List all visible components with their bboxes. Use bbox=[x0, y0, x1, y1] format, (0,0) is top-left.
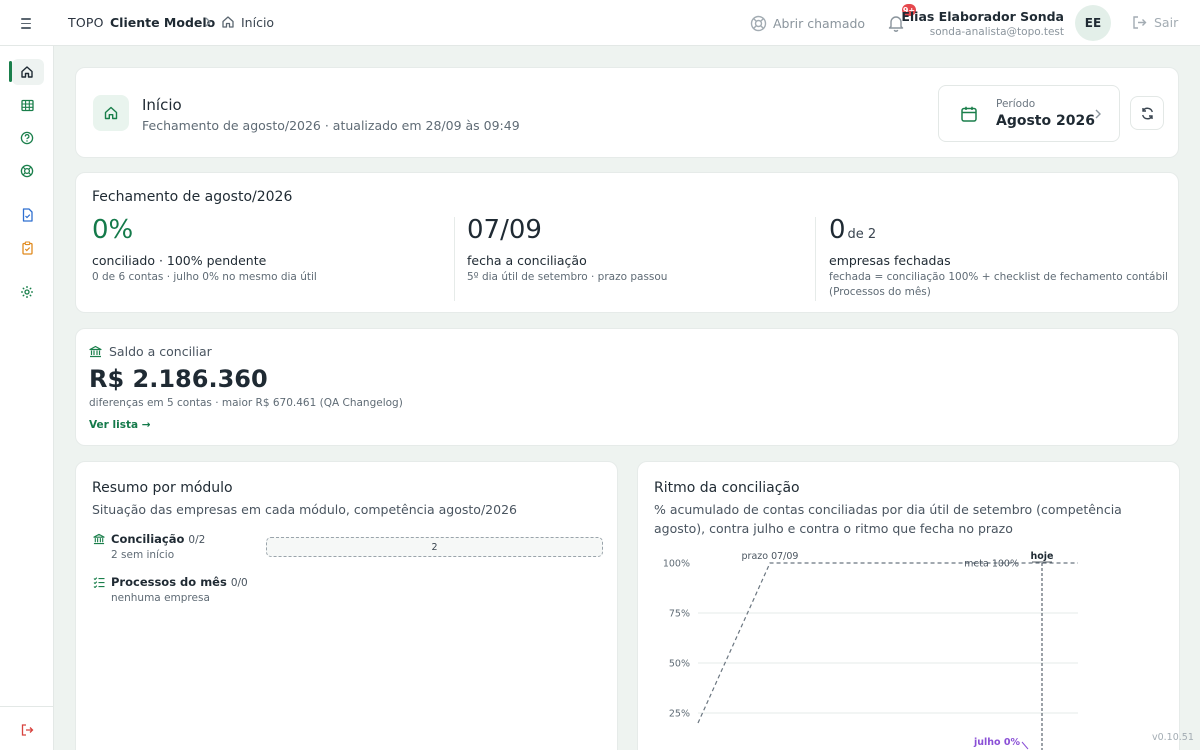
app-version: v0.10.51 bbox=[1152, 732, 1194, 743]
saldo-label: Saldo a conciliar bbox=[109, 344, 212, 359]
logout-icon bbox=[21, 724, 34, 736]
kpi-empresas-value: 0 de 2 bbox=[829, 215, 876, 245]
document-icon bbox=[22, 208, 33, 222]
sidebar-item-help[interactable] bbox=[18, 129, 36, 147]
module-processos[interactable]: Processos do mês 0/0 bbox=[111, 575, 248, 589]
refresh-button[interactable] bbox=[1130, 96, 1164, 130]
sidebar-divider bbox=[0, 706, 54, 707]
bank-icon bbox=[93, 533, 105, 545]
fechamento-card: Fechamento de agosto/2026 0% conciliado … bbox=[75, 172, 1179, 313]
kpi-fecha-value: 07/09 bbox=[467, 215, 542, 245]
lifebuoy-icon bbox=[20, 164, 34, 178]
kpi-divider bbox=[454, 217, 455, 301]
module-progress-bar[interactable]: 2 bbox=[266, 537, 603, 557]
page-title: Início bbox=[142, 96, 182, 114]
today-label: hoje bbox=[1031, 551, 1054, 562]
module-count: 0/0 bbox=[230, 577, 248, 589]
kpi-conciliado-note: 0 de 6 contas · julho 0% no mesmo dia út… bbox=[92, 271, 317, 283]
saldo-value: R$ 2.186.360 bbox=[89, 365, 268, 393]
abrir-chamado-button[interactable]: Abrir chamado bbox=[750, 14, 865, 32]
kpi-empresas-label: empresas fechadas bbox=[829, 253, 951, 268]
y-tick-label: 100% bbox=[663, 559, 690, 570]
kpi-empresas-number: 0 bbox=[829, 215, 846, 245]
kpi-divider bbox=[815, 217, 816, 301]
pace-line bbox=[697, 562, 1078, 724]
y-tick-label: 75% bbox=[669, 609, 690, 620]
sidebar-item-documents[interactable] bbox=[18, 206, 36, 224]
home-icon bbox=[21, 66, 33, 78]
lifebuoy-icon bbox=[750, 15, 767, 31]
module-status: 2 sem início bbox=[111, 549, 175, 561]
resumo-card: Resumo por módulo Situação das empresas … bbox=[75, 461, 618, 750]
sidebar-item-spreadsheet[interactable] bbox=[18, 96, 36, 114]
sidebar-item-logout[interactable] bbox=[18, 721, 36, 739]
logout-icon bbox=[1133, 16, 1147, 29]
avatar[interactable]: EE bbox=[1075, 5, 1111, 41]
clipboard-check-icon bbox=[21, 241, 33, 255]
meta-label: meta 100% bbox=[964, 559, 1019, 570]
help-circle-icon bbox=[20, 131, 34, 145]
menu-toggle-button[interactable] bbox=[14, 13, 38, 33]
saldo-note: diferenças em 5 contas · maior R$ 670.46… bbox=[89, 397, 403, 409]
spreadsheet-icon bbox=[20, 99, 34, 111]
home-icon bbox=[104, 106, 118, 120]
ver-lista-link[interactable]: Ver lista → bbox=[89, 419, 151, 431]
chevron-right-icon bbox=[1095, 109, 1101, 119]
sidebar-item-settings[interactable] bbox=[18, 283, 36, 301]
period-value: Agosto 2026 bbox=[996, 113, 1095, 129]
resumo-title: Resumo por módulo bbox=[92, 480, 233, 496]
top-bar: TOPO Cliente Modelo Início Abrir chamado… bbox=[0, 0, 1200, 46]
y-tick-label: 50% bbox=[669, 659, 690, 670]
home-icon bbox=[222, 16, 234, 28]
saldo-card: Saldo a conciliar R$ 2.186.360 diferença… bbox=[75, 328, 1179, 446]
module-name: Conciliação bbox=[111, 532, 185, 546]
kpi-conciliado-value: 0% bbox=[92, 215, 134, 245]
page-subtitle: Fechamento de agosto/2026 · atualizado e… bbox=[142, 118, 520, 133]
kpi-empresas-suffix: de 2 bbox=[847, 227, 877, 242]
user-name: Elias Elaborador Sonda bbox=[901, 9, 1064, 24]
module-status: nenhuma empresa bbox=[111, 592, 210, 604]
kpi-fecha-note: 5º dia útil de setembro · prazo passou bbox=[467, 271, 668, 283]
module-conciliacao[interactable]: Conciliação 0/2 bbox=[111, 532, 205, 546]
checklist-icon bbox=[93, 577, 105, 588]
sidebar-item-home[interactable] bbox=[18, 63, 36, 81]
prazo-label: prazo 07/09 bbox=[742, 551, 799, 562]
breadcrumb-current: Início bbox=[241, 15, 275, 30]
julho-label: julho 0% bbox=[973, 737, 1020, 748]
resumo-subtitle: Situação das empresas em cada módulo, co… bbox=[92, 502, 517, 517]
logout-button[interactable]: Sair bbox=[1131, 14, 1178, 31]
page-header-card: Início Fechamento de agosto/2026 · atual… bbox=[75, 67, 1179, 158]
ritmo-card: Ritmo da conciliação % acumulado de cont… bbox=[637, 461, 1180, 750]
page-icon-badge bbox=[93, 95, 129, 131]
refresh-icon bbox=[1141, 107, 1153, 119]
ritmo-chart: 100% 75% 50% 25% prazo 07/09 meta 100% hoje jul… bbox=[663, 551, 1078, 750]
kpi-empresas-note-2: (Processos do mês) bbox=[829, 286, 931, 298]
sidebar-item-support[interactable] bbox=[18, 162, 36, 180]
y-tick-label: 25% bbox=[669, 709, 690, 720]
bank-icon bbox=[89, 345, 102, 358]
chevron-right-icon bbox=[205, 17, 211, 27]
user-email: sonda-analista@topo.test bbox=[929, 26, 1064, 38]
julho-pointer bbox=[1021, 741, 1029, 750]
gear-icon bbox=[21, 286, 33, 298]
fechamento-title: Fechamento de agosto/2026 bbox=[92, 189, 293, 205]
brand-name[interactable]: TOPO bbox=[68, 15, 104, 30]
sidebar-item-checklist[interactable] bbox=[18, 239, 36, 257]
abrir-chamado-label: Abrir chamado bbox=[773, 15, 866, 31]
period-label: Período bbox=[996, 98, 1036, 110]
client-name[interactable]: Cliente Modelo bbox=[110, 15, 215, 30]
calendar-icon bbox=[961, 106, 977, 122]
sidebar-active-indicator bbox=[9, 61, 12, 82]
module-name: Processos do mês bbox=[111, 575, 227, 589]
kpi-empresas-note: fechada = conciliação 100% + checklist d… bbox=[829, 271, 1168, 283]
logout-label: Sair bbox=[1154, 15, 1179, 30]
period-selector[interactable]: Período Agosto 2026 bbox=[938, 85, 1120, 142]
module-count: 0/2 bbox=[188, 534, 206, 546]
kpi-conciliado-label: conciliado · 100% pendente bbox=[92, 253, 267, 268]
kpi-fecha-label: fecha a conciliação bbox=[467, 253, 587, 268]
sidebar bbox=[0, 46, 54, 750]
